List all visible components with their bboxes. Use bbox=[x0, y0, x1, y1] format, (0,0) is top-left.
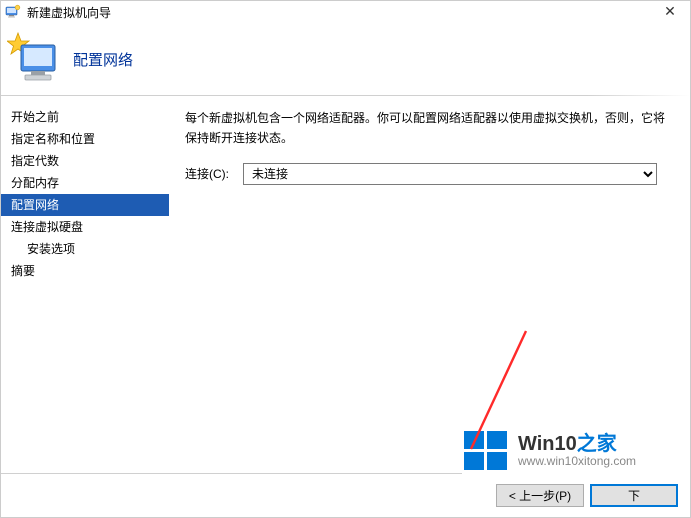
wizard-footer: < 上一步(P) 下 bbox=[1, 473, 690, 517]
next-button[interactable]: 下 bbox=[590, 484, 678, 507]
window-title: 新建虚拟机向导 bbox=[27, 4, 686, 21]
wizard-sidebar: 开始之前 指定名称和位置 指定代数 分配内存 配置网络 连接虚拟硬盘 安装选项 … bbox=[1, 96, 169, 468]
connection-row: 连接(C): 未连接 bbox=[185, 163, 670, 185]
sidebar-item-network[interactable]: 配置网络 bbox=[1, 194, 169, 216]
sidebar-item-vhd[interactable]: 连接虚拟硬盘 bbox=[1, 216, 169, 238]
titlebar: 新建虚拟机向导 ✕ bbox=[1, 1, 690, 23]
description-text: 每个新虚拟机包含一个网络适配器。你可以配置网络适配器以使用虚拟交换机，否则，它将… bbox=[185, 108, 670, 149]
wizard-content: 每个新虚拟机包含一个网络适配器。你可以配置网络适配器以使用虚拟交换机，否则，它将… bbox=[169, 96, 690, 468]
sidebar-item-name-location[interactable]: 指定名称和位置 bbox=[1, 128, 169, 150]
sidebar-item-memory[interactable]: 分配内存 bbox=[1, 172, 169, 194]
app-icon bbox=[5, 4, 21, 20]
sidebar-item-summary[interactable]: 摘要 bbox=[1, 260, 169, 282]
wizard-window: 新建虚拟机向导 ✕ 配置网络 开始之前 指定名称和位置 指定代数 分配内存 配置… bbox=[0, 0, 691, 518]
prev-button[interactable]: < 上一步(P) bbox=[496, 484, 584, 507]
close-button[interactable]: ✕ bbox=[650, 1, 690, 23]
sidebar-item-install-options[interactable]: 安装选项 bbox=[1, 238, 169, 260]
sidebar-item-generation[interactable]: 指定代数 bbox=[1, 150, 169, 172]
connection-select[interactable]: 未连接 bbox=[243, 163, 657, 185]
connection-label: 连接(C): bbox=[185, 165, 243, 182]
page-title: 配置网络 bbox=[73, 49, 133, 70]
wizard-header: 配置网络 bbox=[1, 23, 690, 95]
sidebar-item-before-begin[interactable]: 开始之前 bbox=[1, 106, 169, 128]
wizard-body: 开始之前 指定名称和位置 指定代数 分配内存 配置网络 连接虚拟硬盘 安装选项 … bbox=[1, 96, 690, 468]
wizard-icon bbox=[7, 31, 63, 87]
